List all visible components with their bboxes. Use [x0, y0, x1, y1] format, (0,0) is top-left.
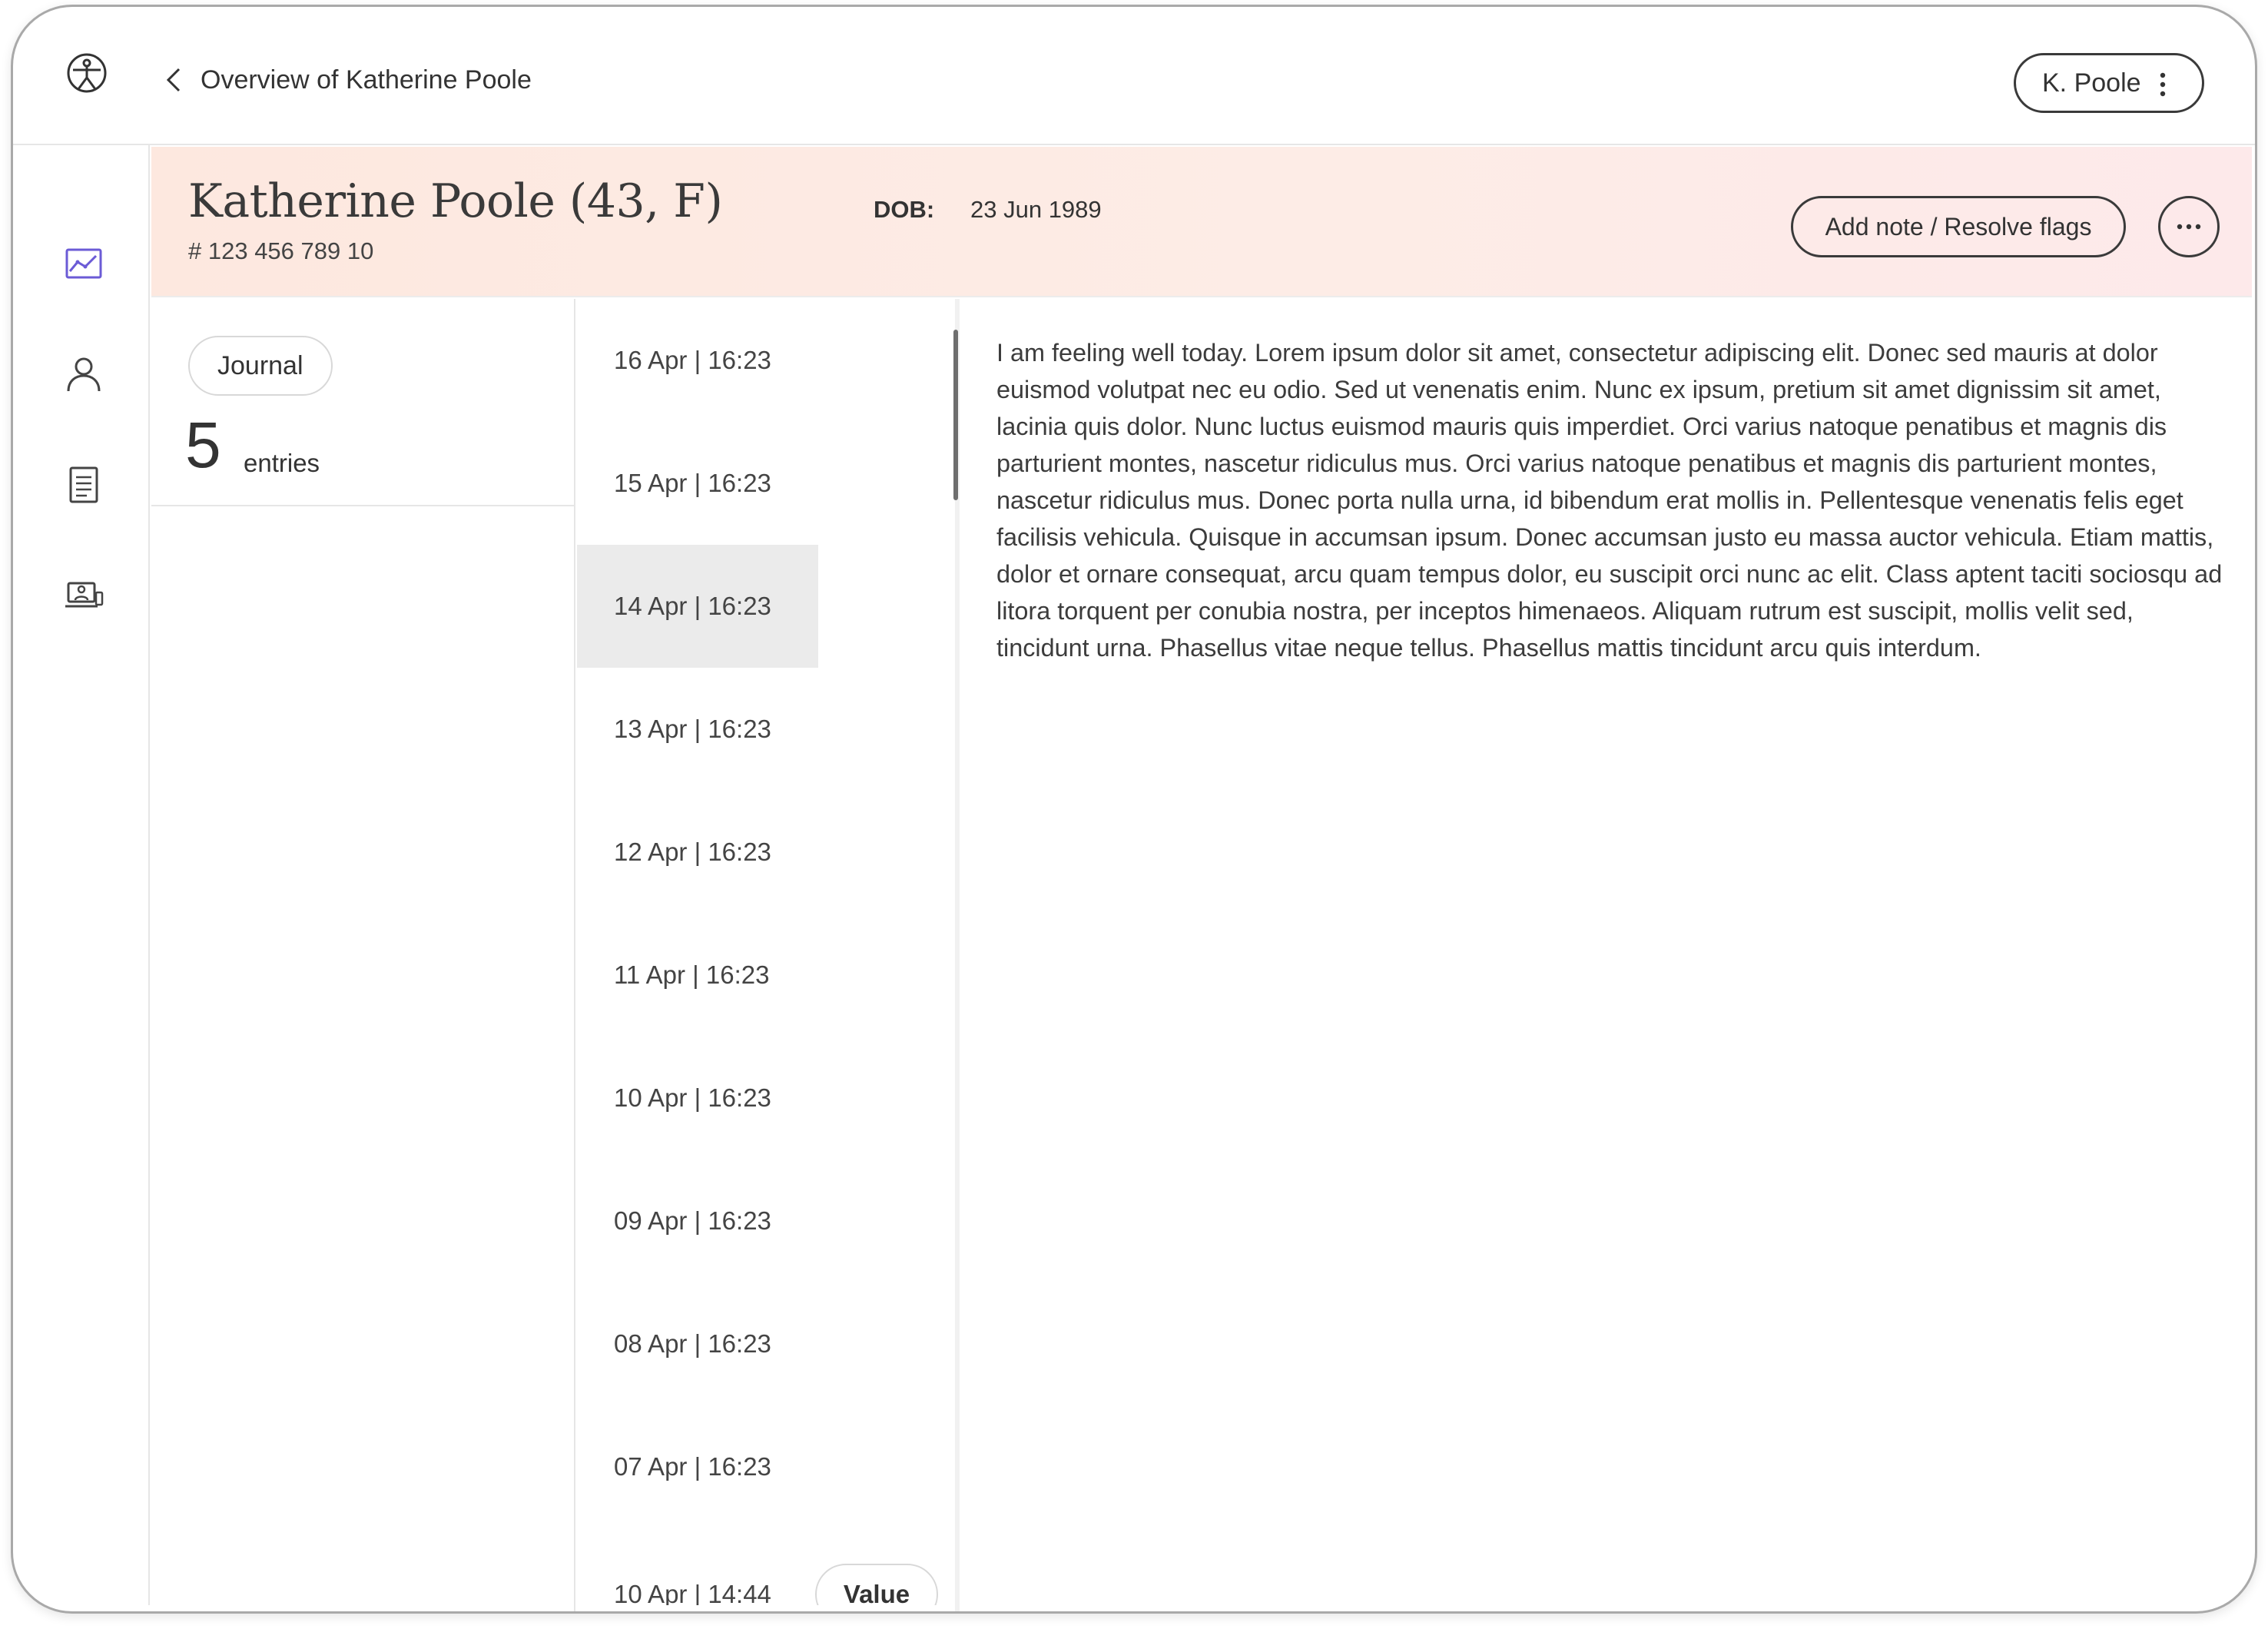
user-menu-button[interactable]: K. Poole — [2014, 53, 2204, 113]
journal-entry-text: I am feeling well today. Lorem ipsum dol… — [996, 339, 2223, 662]
document-icon[interactable] — [64, 465, 104, 505]
user-icon[interactable] — [64, 354, 104, 394]
back-link[interactable]: Overview of Katherine Poole — [164, 61, 532, 99]
journal-tag[interactable]: Journal — [188, 336, 333, 396]
sidebar-nav — [13, 145, 150, 1605]
patient-id: # 123 456 789 10 — [188, 237, 374, 264]
entry-item[interactable]: 11 Apr | 16:23 — [577, 914, 818, 1037]
line-chart-icon[interactable] — [64, 244, 104, 284]
entry-item[interactable]: 15 Apr | 16:23 — [577, 422, 818, 545]
divider — [151, 505, 574, 506]
dob-value: 23 Jun 1989 — [970, 196, 1102, 223]
entry-item-selected[interactable]: 14 Apr | 16:23 — [577, 545, 818, 668]
more-horizontal-icon — [2177, 224, 2201, 230]
app-logo-icon[interactable] — [65, 51, 108, 95]
entry-list: 16 Apr | 16:23 15 Apr | 16:23 14 Apr | 1… — [577, 299, 966, 1605]
device-frame: Overview of Katherine Poole K. Poole Kat… — [11, 5, 2257, 1614]
entry-item[interactable]: 13 Apr | 16:23 — [577, 668, 818, 791]
more-options-button[interactable] — [2158, 196, 2220, 257]
patient-name: Katherine Poole (43, F) — [188, 174, 723, 228]
video-consult-icon[interactable] — [64, 576, 104, 615]
user-name: K. Poole — [2042, 68, 2141, 98]
entry-item[interactable]: 08 Apr | 16:23 — [577, 1282, 818, 1405]
entry-item[interactable]: 10 Apr | 16:23 — [577, 1037, 818, 1160]
entries-label: entries — [244, 449, 320, 477]
chevron-left-icon — [166, 68, 181, 92]
scrollbar-thumb[interactable] — [953, 330, 958, 500]
entries-count: 5 — [185, 409, 221, 481]
value-button[interactable]: Value — [815, 1564, 938, 1605]
back-link-label: Overview of Katherine Poole — [201, 65, 532, 95]
top-bar: Overview of Katherine Poole K. Poole — [13, 7, 2255, 145]
entry-item[interactable]: 09 Apr | 16:23 — [577, 1160, 818, 1282]
entry-item[interactable]: 10 Apr | 14:44 — [577, 1533, 818, 1605]
kebab-vertical-icon — [2160, 72, 2166, 97]
dob-label: DOB: — [874, 196, 935, 223]
entry-item[interactable]: 12 Apr | 16:23 — [577, 791, 818, 914]
journal-summary-panel: Journal 5 entries — [151, 299, 575, 1611]
patient-header: Katherine Poole (43, F) # 123 456 789 10… — [151, 147, 2252, 297]
entry-item[interactable]: 07 Apr | 16:23 — [577, 1405, 818, 1528]
entry-item[interactable]: 16 Apr | 16:23 — [577, 299, 818, 422]
add-note-button[interactable]: Add note / Resolve flags — [1791, 196, 2126, 257]
